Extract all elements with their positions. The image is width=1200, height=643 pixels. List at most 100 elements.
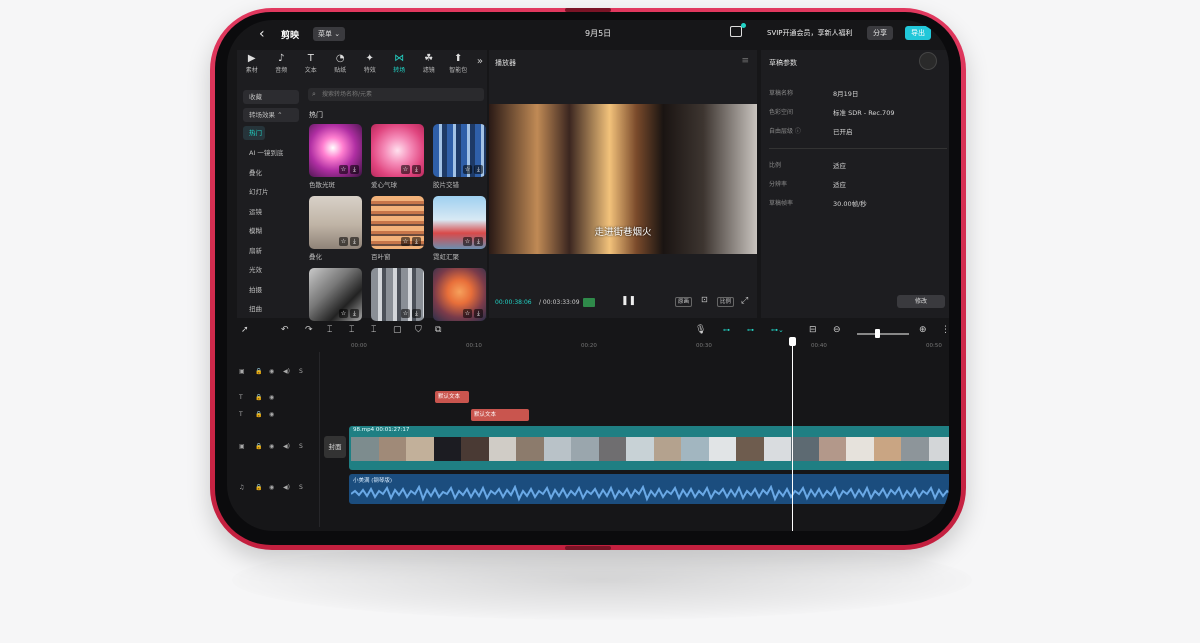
search-input[interactable]: ⌕ 搜索转场名称/元素 [308, 88, 484, 101]
fullscreen-icon[interactable]: ⤢ [741, 296, 748, 306]
crop-icon[interactable]: ⊡ [699, 296, 710, 306]
zoom-slider-handle[interactable] [875, 329, 880, 338]
zoom-slider[interactable] [857, 333, 909, 335]
lock-icon[interactable]: 🔒 [255, 394, 262, 401]
magnet-icon[interactable]: ⊶ [747, 326, 754, 334]
category-hot[interactable]: 热门 [243, 126, 265, 140]
tab-filter[interactable]: ☘ 滤镜 [414, 50, 444, 80]
tab-text[interactable]: T 文本 [296, 50, 326, 80]
chevron-left-icon[interactable]: ‹ [259, 26, 265, 42]
double-chevron-right-icon[interactable]: » [477, 56, 483, 67]
download-icon[interactable]: ⤓ [350, 165, 359, 174]
download-icon[interactable]: ⤓ [474, 237, 483, 246]
video-clip[interactable]: 98.mp4 00:01:27:17 [349, 426, 949, 470]
snap-icon[interactable]: ⊶⌄ [771, 326, 784, 334]
favorite-icon[interactable]: ☆ [401, 165, 410, 174]
select-cursor-icon[interactable]: ➚ [241, 325, 249, 335]
split-icon[interactable]: ⌶ [327, 325, 332, 335]
eye-icon[interactable]: ◉ [269, 411, 274, 418]
favorite-icon[interactable]: ☆ [463, 237, 472, 246]
menu-dropdown[interactable]: 菜单 ⌄ [313, 27, 346, 41]
eye-icon[interactable]: ◉ [269, 443, 274, 450]
category-favorites[interactable]: 收藏 [243, 90, 299, 104]
original-quality-button[interactable]: 原画 [675, 297, 693, 307]
eye-icon[interactable]: ◉ [269, 394, 274, 401]
menu-icon[interactable]: ≡ [741, 56, 749, 66]
lock-icon[interactable]: 🔒 [255, 411, 262, 418]
split-right-icon[interactable]: ⌶ [371, 325, 376, 335]
split-left-icon[interactable]: ⌶ [349, 325, 354, 335]
eye-icon[interactable]: ◉ [269, 484, 274, 491]
category-item[interactable]: 叠化 [243, 164, 299, 184]
timeline-ruler[interactable]: 00:00 00:10 00:20 00:30 00:40 00:50 [351, 342, 949, 352]
download-icon[interactable]: ⤓ [412, 309, 421, 318]
download-icon[interactable]: ⤓ [412, 165, 421, 174]
playhead[interactable] [792, 338, 793, 531]
effect-card[interactable]: ☆ ⤓ [309, 268, 362, 323]
download-icon[interactable]: ⤓ [350, 237, 359, 246]
eye-icon[interactable]: ◉ [269, 368, 274, 375]
effect-card[interactable]: ☆ ⤓ 百叶窗 [371, 196, 424, 261]
solo-icon[interactable]: S [299, 368, 303, 375]
zoom-out-icon[interactable]: ⊖ [833, 325, 841, 335]
favorite-icon[interactable]: ☆ [463, 309, 472, 318]
tab-media[interactable]: ▶ 素材 [237, 50, 267, 80]
redo-icon[interactable]: ↷ [305, 325, 313, 335]
category-item[interactable]: 运镜 [243, 203, 299, 223]
link-icon[interactable]: ⊶ [723, 326, 730, 334]
favorite-icon[interactable]: ☆ [401, 237, 410, 246]
effect-card[interactable]: ☆ ⤓ [433, 268, 486, 323]
tab-audio[interactable]: ♪ 音频 [267, 50, 297, 80]
zoom-in-icon[interactable]: ⊕ [919, 325, 927, 335]
download-icon[interactable]: ⤓ [412, 237, 421, 246]
effect-card[interactable]: ☆ ⤓ [371, 268, 424, 323]
solo-icon[interactable]: S [299, 443, 303, 450]
mute-icon[interactable]: ◀) [283, 484, 290, 491]
effect-card[interactable]: ☆ ⤓ 色散光斑 [309, 124, 362, 189]
effect-card[interactable]: ☆ ⤓ 胶片交错 [433, 124, 486, 189]
audio-clip[interactable]: 小美满 (钢琴版) [349, 474, 949, 504]
undo-icon[interactable]: ↶ [281, 325, 289, 335]
effect-card[interactable]: ☆ ⤓ 爱心气球 [371, 124, 424, 189]
category-item[interactable]: 扭曲 [243, 300, 299, 320]
mute-icon[interactable]: ◀) [283, 368, 290, 375]
tab-smart-pack[interactable]: ⬆ 智能包 [444, 50, 474, 80]
playhead-handle[interactable] [789, 337, 796, 346]
video-preview[interactable]: 走进街巷烟火 [489, 104, 757, 254]
vip-banner[interactable]: SVIP开通会员，享新人福利 [767, 28, 853, 38]
category-transitions[interactable]: 转场效果 ⌃ [243, 108, 299, 122]
effect-card[interactable]: ☆ ⤓ 叠化 [309, 196, 362, 261]
mute-icon[interactable]: ◀) [283, 443, 290, 450]
category-item[interactable]: 幻灯片 [243, 183, 299, 203]
pause-icon[interactable]: ❚❚ [621, 296, 636, 306]
category-item[interactable]: 拍摄 [243, 281, 299, 301]
text-clip[interactable]: 默认文本 [471, 409, 529, 421]
ratio-button[interactable]: 比例 [717, 297, 735, 307]
microphone-icon[interactable]: 🎙 [695, 325, 706, 335]
download-icon[interactable]: ⤓ [350, 309, 359, 318]
tab-effects[interactable]: ✦ 特效 [355, 50, 385, 80]
lock-icon[interactable]: 🔒 [255, 443, 262, 450]
lock-icon[interactable]: 🔒 [255, 484, 262, 491]
shield-icon[interactable]: ⛉ [415, 325, 422, 335]
edit-button[interactable]: 修改 [897, 295, 945, 308]
favorite-icon[interactable]: ☆ [401, 309, 410, 318]
favorite-icon[interactable]: ☆ [339, 165, 348, 174]
category-item[interactable]: 扇新 [243, 242, 299, 262]
share-button[interactable]: 分享 [867, 26, 893, 40]
screenshot-icon[interactable]: ⧉ [435, 325, 441, 335]
export-button[interactable]: 导出 [905, 26, 931, 40]
lock-icon[interactable]: 🔒 [255, 368, 262, 375]
category-item[interactable]: AI 一镜到底 [243, 144, 299, 164]
category-item[interactable]: 光效 [243, 261, 299, 281]
delete-icon[interactable]: ▢ [393, 325, 402, 335]
download-icon[interactable]: ⤓ [474, 309, 483, 318]
layout-icon[interactable] [730, 26, 742, 37]
avatar[interactable] [919, 52, 937, 70]
favorite-icon[interactable]: ☆ [463, 165, 472, 174]
download-icon[interactable]: ⤓ [474, 165, 483, 174]
tab-transition[interactable]: ⋈ 转场 [385, 50, 415, 80]
preview-axis-icon[interactable]: ⊟ [809, 325, 817, 335]
text-clip[interactable]: 默认文本 [435, 391, 469, 403]
favorite-icon[interactable]: ☆ [339, 309, 348, 318]
